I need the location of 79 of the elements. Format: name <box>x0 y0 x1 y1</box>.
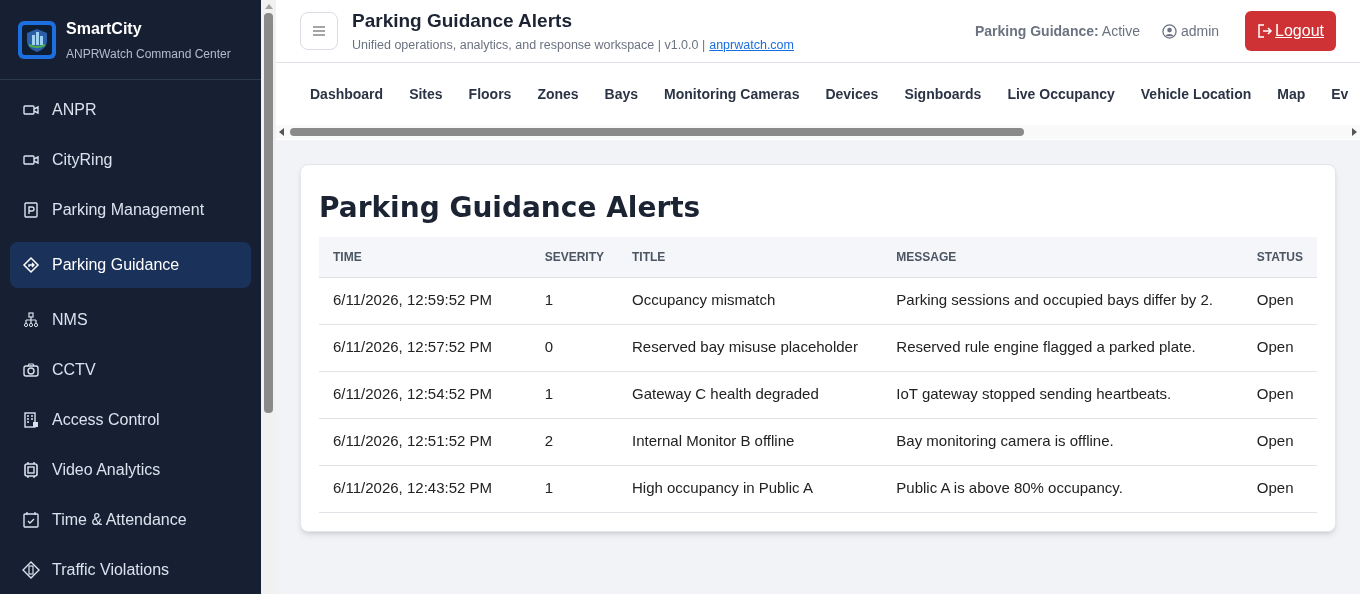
table-cell: 2 <box>530 418 618 465</box>
table-cell: Gateway C health degraded <box>618 371 883 418</box>
nav-tab[interactable]: Sites <box>409 83 443 105</box>
chip-icon <box>22 461 40 479</box>
menu-icon <box>313 26 325 36</box>
nav-tab[interactable]: Vehicle Location <box>1140 83 1252 105</box>
camera-icon <box>22 361 40 379</box>
logout-icon <box>1257 23 1274 39</box>
table-cell: 1 <box>530 371 618 418</box>
table-cell: Open <box>1242 465 1317 512</box>
table-cell: 1 <box>530 277 618 324</box>
nav-tab[interactable]: Floors <box>468 83 512 105</box>
user-icon <box>1161 23 1177 39</box>
sidebar-item[interactable]: CCTV <box>10 352 251 388</box>
calendar-icon <box>22 511 40 529</box>
column-header: TITLE <box>618 237 883 277</box>
nav-tab[interactable]: Live Occupancy <box>1007 83 1115 105</box>
network-icon <box>22 311 40 329</box>
table-cell: Open <box>1242 371 1317 418</box>
website-link[interactable]: anprwatch.com <box>709 35 794 55</box>
sidebar-item[interactable]: Video Analytics <box>10 452 251 488</box>
scroll-right-icon[interactable] <box>1352 128 1357 136</box>
scroll-left-icon[interactable] <box>279 128 284 136</box>
nav-tab[interactable]: Bays <box>604 83 639 105</box>
module-status: Parking Guidance: Active <box>974 21 1140 41</box>
directions-icon <box>22 256 40 274</box>
table-cell: Open <box>1242 324 1317 371</box>
page-subtitle: Unified operations, analytics, and response workspace | v1.0.0 | <box>352 36 706 54</box>
sidebar-item[interactable]: Parking Management <box>10 192 251 228</box>
sidebar-item[interactable]: NMS <box>10 302 251 338</box>
table-cell: Reserved rule engine flagged a parked plate. <box>882 324 1243 371</box>
table-cell: Open <box>1242 277 1317 324</box>
logout-button[interactable]: Logout <box>1245 11 1336 51</box>
column-header: TIME <box>319 237 531 277</box>
table-cell: Open <box>1242 418 1317 465</box>
nav-tab[interactable]: Dashboard <box>310 83 384 105</box>
table-cell: Occupancy mismatch <box>618 277 883 324</box>
sidebar-item[interactable]: ANPR <box>10 92 251 128</box>
sidebar-item[interactable]: CityRing <box>10 142 251 178</box>
column-header: MESSAGE <box>882 237 1243 277</box>
table-cell: 1 <box>530 465 618 512</box>
nav-tab[interactable]: Devices <box>825 83 879 105</box>
page-title: Parking Guidance Alerts <box>352 9 573 34</box>
nav-tab[interactable]: Map <box>1277 83 1306 105</box>
column-header: STATUS <box>1242 237 1317 277</box>
nav-tab[interactable]: Signboards <box>904 83 982 105</box>
sidebar-item[interactable]: Access Control <box>10 402 251 438</box>
table-cell: 0 <box>530 324 618 371</box>
scroll-up-icon[interactable] <box>264 4 273 9</box>
road-sign-icon <box>22 561 40 579</box>
table-cell: Internal Monitor B offline <box>618 418 883 465</box>
nav-tab[interactable]: Zones <box>537 83 579 105</box>
table-cell: IoT gateway stopped sending heartbeats. <box>882 371 1243 418</box>
column-header: SEVERITY <box>530 237 618 277</box>
parking-icon <box>22 201 40 219</box>
card-title: Parking Guidance Alerts <box>319 190 702 226</box>
nav-tab[interactable]: Monitoring Cameras <box>664 83 800 105</box>
table-cell: 6/11/2026, 12:54:52 PM <box>319 371 531 418</box>
building-icon <box>22 411 40 429</box>
table-cell: Public A is above 80% occupancy. <box>882 465 1243 512</box>
sidebar-item[interactable]: Time & Attendance <box>10 502 251 538</box>
table-cell: Parking sessions and occupied bays differ by 2. <box>882 277 1243 324</box>
table-cell: Reserved bay misuse placeholder <box>618 324 883 371</box>
sidebar-item[interactable]: Parking Guidance <box>10 242 251 288</box>
vertical-scrollbar[interactable] <box>261 0 276 594</box>
horizontal-scrollbar[interactable] <box>276 125 1360 139</box>
table-cell: 6/11/2026, 12:43:52 PM <box>319 465 531 512</box>
table-cell: 6/11/2026, 12:57:52 PM <box>319 324 531 371</box>
menu-button[interactable] <box>300 12 338 50</box>
brand-subtitle: ANPRWatch Command Center <box>66 45 231 63</box>
sidebar-item[interactable]: Traffic Violations <box>10 552 251 588</box>
nav-tab[interactable]: Ev <box>1331 83 1349 105</box>
table-cell: 6/11/2026, 12:59:52 PM <box>319 277 531 324</box>
brand-name: SmartCity <box>66 18 143 39</box>
table-cell: High occupancy in Public A <box>618 465 883 512</box>
table-cell: 6/11/2026, 12:51:52 PM <box>319 418 531 465</box>
username: admin <box>1180 21 1220 41</box>
table-cell: Bay monitoring camera is offline. <box>882 418 1243 465</box>
logo-icon <box>18 20 56 59</box>
